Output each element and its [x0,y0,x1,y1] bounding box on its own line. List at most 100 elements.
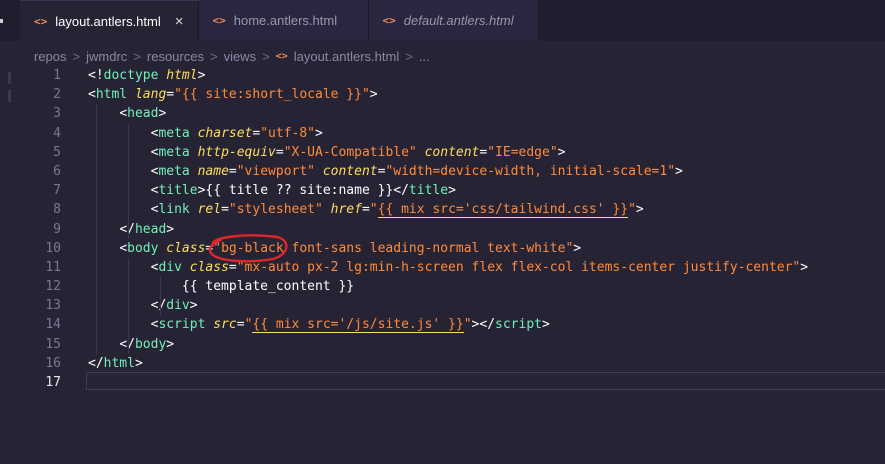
code-line[interactable]: 3 <head> [0,104,885,123]
red-circle-annotation [208,234,288,263]
line-number: 4 [53,125,61,141]
line-number: 1 [53,68,61,83]
code-line[interactable]: 10 <body class="bg-black font-sans leadi… [0,239,885,258]
code-token: "stylesheet" [228,202,331,218]
breadcrumb-item[interactable]: resources [147,49,204,64]
code-token: html [95,87,135,103]
code-token: lang [134,87,167,103]
code-token: > [197,68,206,83]
code-text: <html lang="{{ site:short_locale }}"> [88,85,378,104]
code-token: > [675,163,683,179]
code-token: content [424,144,480,160]
code-text: <title>{{ title ?? site:name }}</title> [88,181,456,200]
code-text: <head> [88,104,166,123]
code-line[interactable]: 1 <!doctype html> [0,66,885,85]
code-line[interactable]: 8 <link rel="stylesheet" href="{{ mix sr… [0,200,885,219]
code-token: > [158,106,167,122]
code-token: meta [158,163,198,179]
code-token: {{ mix src='css/tailwind.css' }} [377,202,629,219]
code-token: html [103,355,135,371]
code-text: <!doctype html> [88,66,205,85]
code-token: "width=device-width, initial-scale=1" [385,163,676,179]
code-token: meta [158,144,198,160]
code-token: {{ title ?? site:name }} [205,183,394,199]
indent-guide [128,123,129,239]
code-token: > [369,87,378,103]
code-token: = [166,87,175,103]
code-token: http-equiv [197,144,276,160]
code-text: </body> [88,335,174,354]
line-number: 9 [53,221,61,237]
code-text: <meta charset="utf-8"> [88,124,323,143]
code-token: </ [150,298,167,314]
code-token: doctype [103,68,167,83]
code-token: meta [158,125,198,141]
html-file-icon: <> [275,50,288,62]
breadcrumb-item[interactable]: jwmdrc [86,49,127,64]
code-line[interactable]: 17 [0,373,885,392]
code-token: > [635,202,644,218]
tab-label: default.antlers.html [403,13,514,28]
code-line[interactable]: 13 </div> [0,296,885,315]
code-token: = [361,202,370,218]
code-line[interactable]: 11 <div class="mx-auto px-2 lg:min-h-scr… [0,258,885,277]
code-token: > [800,259,809,275]
chevron-right-icon: > [72,48,81,64]
breadcrumb-item[interactable]: repos [34,49,67,64]
tab-bar: <> layout.antlers.html × <> home.antlers… [0,0,885,41]
code-token: title [158,183,198,199]
code-line[interactable]: 7 <title>{{ title ?? site:name }}</title… [0,181,885,200]
breadcrumb-item[interactable]: layout.antlers.html [294,49,400,64]
code-token: content [322,163,378,179]
line-number: 10 [45,240,61,256]
line-number: 15 [45,336,61,352]
tab-label: layout.antlers.html [55,13,161,29]
code-token: "viewport" [236,163,323,179]
code-line[interactable]: 2 <html lang="{{ site:short_locale }}"> [0,85,885,104]
code-token: > [448,183,456,199]
code-token: > [166,336,175,352]
chevron-right-icon: > [405,48,413,64]
code-token: div [158,259,190,275]
tab-home-antlers[interactable]: <> home.antlers.html [198,0,369,41]
code-line[interactable]: 14 <script src="{{ mix src='/js/site.js'… [0,315,885,334]
code-text: </div> [88,296,198,315]
code-token: " [463,317,472,333]
breadcrumb-item[interactable]: views [224,49,257,64]
code-token: > [542,317,550,333]
code-line[interactable]: 5 <meta http-equiv="X-UA-Compatible" con… [0,143,885,162]
code-token: link [158,202,198,218]
code-line[interactable]: 16 </html> [0,354,885,373]
code-token: < [88,87,96,103]
code-token: src [213,317,237,333]
code-text: </head> [88,220,174,239]
code-text: </html> [88,354,143,373]
code-token: < [119,106,128,122]
code-line[interactable]: 15 </body> [0,335,885,354]
code-token: </ [393,183,409,199]
html-file-icon: <> [382,14,396,27]
marker-dot [0,19,3,23]
line-number: 11 [45,259,61,275]
close-icon[interactable]: × [175,13,184,30]
tab-default-antlers[interactable]: <> default.antlers.html [368,0,539,41]
tab-layout-antlers[interactable]: <> layout.antlers.html × [20,0,199,41]
code-editor[interactable]: 1 <!doctype html> 2 <html lang="{{ site:sho… [0,66,885,392]
code-token: ></ [471,317,496,333]
chevron-right-icon: > [262,48,270,64]
code-line[interactable]: 6 <meta name="viewport" content="width=d… [0,162,885,181]
code-text: <link rel="stylesheet" href="{{ mix src=… [88,200,644,219]
chevron-right-icon: > [209,48,218,64]
code-line[interactable]: 9 </head> [0,220,885,239]
html-file-icon: <> [34,14,48,28]
code-token: > [189,298,198,314]
code-line[interactable]: 12 {{ template_content }} [0,277,885,296]
breadcrumb-item[interactable]: ... [419,49,430,64]
code-line[interactable]: 4 <meta charset="utf-8"> [0,124,885,143]
